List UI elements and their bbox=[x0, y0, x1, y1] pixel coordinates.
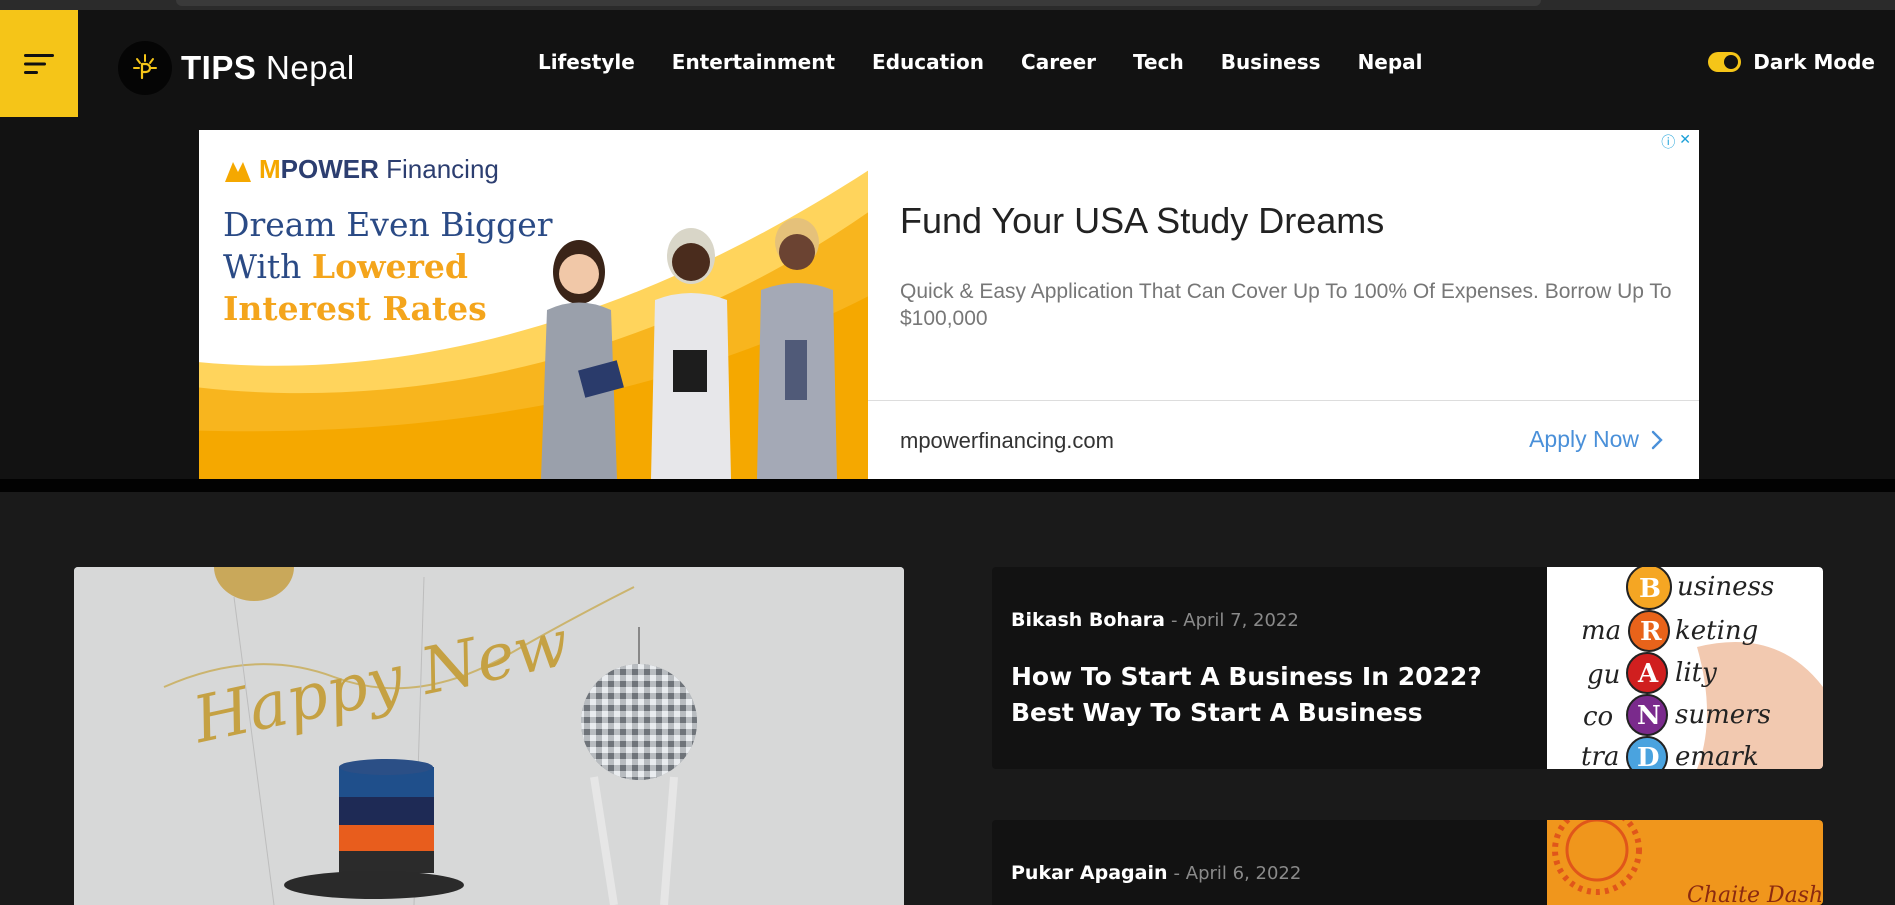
apply-now-label: Apply Now bbox=[1529, 426, 1639, 452]
chaite-dashain-image: Chaite Dashain bbox=[1547, 820, 1823, 905]
toggle-knob bbox=[1724, 55, 1739, 69]
info-icon[interactable]: ⓘ bbox=[1661, 132, 1675, 152]
nav-item-entertainment[interactable]: Entertainment bbox=[672, 50, 835, 74]
section-divider bbox=[0, 479, 1895, 492]
ad-description: Quick & Easy Application That Can Cover … bbox=[900, 280, 1672, 330]
toggle-switch[interactable] bbox=[1708, 52, 1742, 72]
post-card[interactable]: Pukar Apagain - April 6, 2022 Chaite Das… bbox=[992, 820, 1823, 905]
svg-text:co: co bbox=[1583, 702, 1613, 732]
featured-post-image[interactable]: Happy New bbox=[74, 567, 904, 905]
svg-text:gu: gu bbox=[1587, 660, 1620, 690]
brand-acronym-image: B usiness ma R keting gu A lity co N sum… bbox=[1547, 567, 1823, 769]
nav-item-tech[interactable]: Tech bbox=[1133, 50, 1184, 74]
site-logo[interactable]: TIPS Nepal bbox=[118, 40, 355, 96]
post-thumbnail[interactable]: Chaite Dashain bbox=[1547, 820, 1823, 905]
post-date: April 6, 2022 bbox=[1185, 863, 1302, 884]
post-meta: Pukar Apagain - April 6, 2022 bbox=[1011, 862, 1302, 884]
chevron-right-icon bbox=[1651, 430, 1663, 449]
svg-text:A: A bbox=[1637, 659, 1659, 689]
ad-divider bbox=[868, 400, 1699, 401]
ad-headline: Dream Even Bigger With Lowered Interest … bbox=[223, 205, 553, 328]
logo-wordmark: TIPS Nepal bbox=[181, 49, 355, 86]
svg-text:N: N bbox=[1637, 701, 1661, 731]
close-icon[interactable]: ✕ bbox=[1679, 132, 1691, 152]
dark-mode-label: Dark Mode bbox=[1753, 50, 1875, 74]
svg-text:tra: tra bbox=[1581, 742, 1619, 769]
mpower-logo-icon bbox=[225, 161, 251, 182]
post-date: April 7, 2022 bbox=[1183, 610, 1299, 631]
svg-text:emark: emark bbox=[1675, 742, 1759, 769]
svg-text:D: D bbox=[1637, 743, 1660, 769]
svg-text:lity: lity bbox=[1675, 658, 1717, 688]
svg-text:R: R bbox=[1640, 617, 1662, 647]
menu-icon bbox=[24, 53, 54, 74]
nav-item-career[interactable]: Career bbox=[1021, 50, 1096, 74]
new-year-cake-photo: Happy New bbox=[74, 567, 904, 905]
students-illustration bbox=[541, 218, 837, 479]
post-author[interactable]: Bikash Bohara bbox=[1011, 609, 1165, 631]
ad-brand-logo: MPOWER Financing bbox=[223, 154, 499, 185]
ad-domain[interactable]: mpowerfinancing.com bbox=[900, 428, 1114, 454]
bulb-icon bbox=[118, 41, 172, 95]
nav-item-business[interactable]: Business bbox=[1221, 50, 1321, 74]
post-card[interactable]: Bikash Bohara - April 7, 2022 How To Sta… bbox=[992, 567, 1823, 769]
nav-item-nepal[interactable]: Nepal bbox=[1358, 50, 1423, 74]
display-ad[interactable]: MPOWER Financing Dream Even Bigger With … bbox=[199, 130, 1699, 479]
ad-choices[interactable]: ⓘ ✕ bbox=[1661, 132, 1691, 152]
svg-text:B: B bbox=[1639, 574, 1661, 604]
hamburger-menu-button[interactable] bbox=[0, 10, 78, 117]
post-author[interactable]: Pukar Apagain bbox=[1011, 862, 1167, 884]
ad-copy: ⓘ ✕ Fund Your USA Study Dreams Quick & E… bbox=[868, 130, 1699, 479]
dark-mode-toggle[interactable]: Dark Mode bbox=[1708, 50, 1875, 74]
post-title[interactable]: How To Start A Business In 2022? Best Wa… bbox=[1011, 659, 1531, 731]
browser-tab-strip bbox=[0, 0, 1895, 10]
ad-creative[interactable]: MPOWER Financing Dream Even Bigger With … bbox=[199, 130, 868, 479]
main-navigation: Lifestyle Entertainment Education Career… bbox=[538, 50, 1423, 74]
svg-text:usiness: usiness bbox=[1677, 572, 1774, 602]
ad-title[interactable]: Fund Your USA Study Dreams bbox=[900, 200, 1384, 242]
nav-item-education[interactable]: Education bbox=[872, 50, 984, 74]
svg-text:Chaite Dashain: Chaite Dashain bbox=[1687, 883, 1823, 905]
svg-text:keting: keting bbox=[1675, 616, 1758, 646]
svg-text:sumers: sumers bbox=[1675, 700, 1771, 730]
svg-text:ma: ma bbox=[1581, 616, 1621, 646]
site-header: TIPS Nepal Lifestyle Entertainment Educa… bbox=[0, 10, 1895, 130]
nav-item-lifestyle[interactable]: Lifestyle bbox=[538, 50, 635, 74]
post-meta: Bikash Bohara - April 7, 2022 bbox=[1011, 609, 1299, 631]
post-thumbnail[interactable]: B usiness ma R keting gu A lity co N sum… bbox=[1547, 567, 1823, 769]
apply-now-button[interactable]: Apply Now bbox=[1529, 426, 1663, 453]
browser-address-bar[interactable] bbox=[176, 0, 1541, 6]
